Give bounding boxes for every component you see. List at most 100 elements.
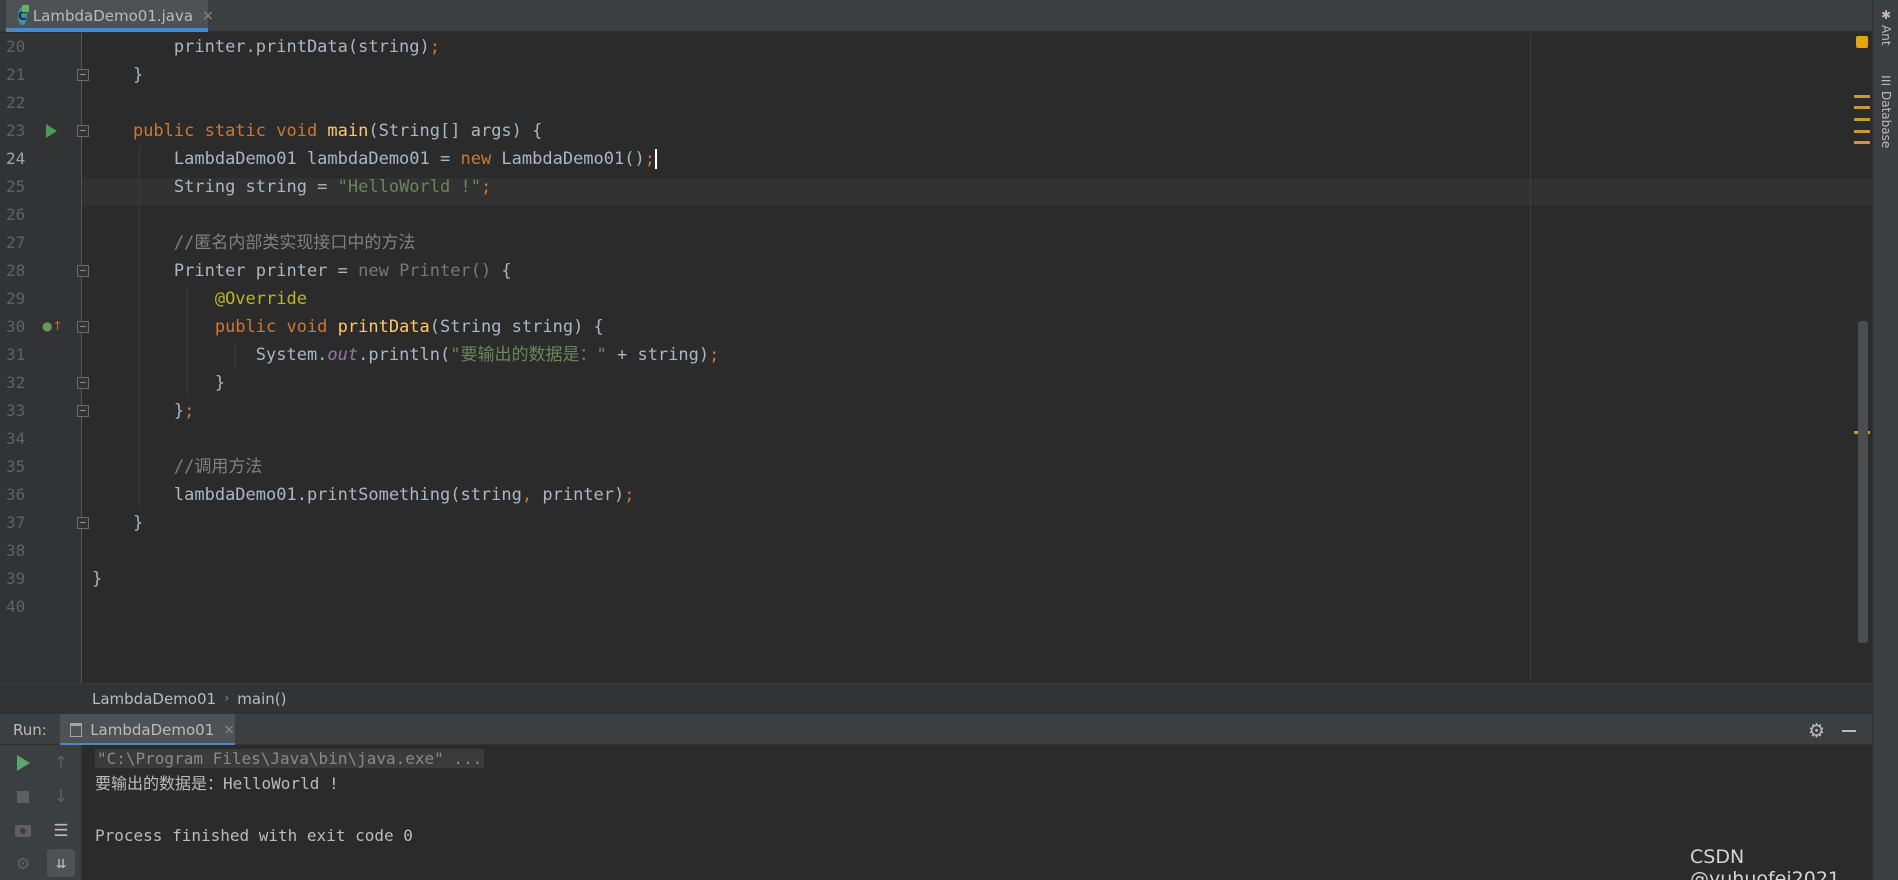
rerun-button[interactable] (9, 749, 37, 777)
code-token: ; (624, 485, 635, 505)
fold-marker-icon[interactable] (77, 517, 89, 529)
code-line[interactable]: }; (92, 397, 195, 425)
warning-marker[interactable] (1854, 106, 1870, 109)
implements-method-icon[interactable]: ●↑ (42, 319, 63, 333)
code-line[interactable]: printer.printData(string); (92, 33, 440, 61)
code-token: lambdaDemo01.printSomething(string (173, 485, 522, 505)
code-line[interactable]: //匿名内部类实现接口中的方法 (92, 229, 415, 257)
line-number: 20 (6, 37, 26, 56)
code-line[interactable]: } (92, 61, 143, 89)
code-line[interactable]: } (92, 369, 225, 397)
code-line[interactable]: } (92, 509, 143, 537)
scroll-to-end-button[interactable]: ⇊ (47, 849, 75, 877)
scroll-to-end-icon: ⇊ (55, 853, 67, 873)
next-occurrence-button[interactable]: ↓ (47, 783, 75, 811)
arrow-up-icon: ↑ (53, 753, 69, 773)
fold-marker-icon[interactable] (77, 405, 89, 417)
code-line[interactable]: String string = "HelloWorld !"; (92, 173, 491, 201)
code-line[interactable]: @Override (92, 285, 307, 313)
right-tool-strip: ✱ Ant ☰ Database (1872, 0, 1898, 880)
fold-marker-icon[interactable] (77, 265, 89, 277)
code-line[interactable]: LambdaDemo01 lambdaDemo01 = new LambdaDe… (92, 145, 657, 173)
code-token: //调用方法 (173, 457, 263, 477)
line-number: 24 (6, 149, 26, 168)
console-line: Process finished with exit code 0 (95, 826, 413, 845)
console-command[interactable]: "C:\Program Files\Java\bin\java.exe" ... (95, 749, 485, 768)
previous-occurrence-button[interactable]: ↑ (47, 749, 75, 777)
code-line[interactable]: Printer printer = new Printer() { (92, 257, 512, 285)
code-token: System. (255, 345, 328, 365)
fold-marker-icon[interactable] (77, 321, 89, 333)
code-token: .println( (358, 345, 451, 365)
settings-icon: ⚙ (15, 853, 31, 873)
breadcrumb: LambdaDemo01 › main() (0, 683, 1872, 713)
stop-button[interactable] (9, 783, 37, 811)
run-gutter-icon[interactable] (46, 124, 57, 138)
run-panel-title: Run: (13, 721, 47, 739)
breadcrumb-class[interactable]: LambdaDemo01 (92, 690, 216, 708)
code-token: printer.printData(string) (173, 37, 430, 57)
soft-wrap-button[interactable]: ☰ (47, 817, 75, 845)
code-token: printer) (532, 485, 625, 505)
camera-icon (15, 825, 31, 837)
code-line[interactable]: public void printData(String string) { (92, 313, 604, 341)
line-number: 32 (6, 373, 26, 392)
editor-tab-lambdademo01[interactable]: C LambdaDemo01.java × (6, 0, 214, 32)
settings-button[interactable]: ⚙ (9, 849, 37, 877)
code-token: String string = (173, 177, 338, 197)
line-number: 25 (6, 177, 26, 196)
code-token: ; (429, 37, 441, 57)
indent-guide (235, 341, 236, 369)
code-line[interactable]: public static void main(String[] args) { (92, 117, 542, 145)
fold-marker-icon[interactable] (77, 377, 89, 389)
fold-marker-icon[interactable] (77, 125, 89, 137)
editor-scrollbar[interactable] (1858, 321, 1868, 643)
code-line[interactable]: } (92, 565, 102, 593)
code-token: "要输出的数据是：" (450, 345, 607, 365)
warning-marker[interactable] (1854, 95, 1870, 98)
breadcrumb-separator: › (224, 691, 230, 706)
close-icon[interactable]: × (223, 722, 235, 738)
code-token: LambdaDemo01() (501, 149, 645, 169)
line-number: 28 (6, 261, 26, 280)
warning-marker[interactable] (1854, 130, 1870, 133)
code-token: @Override (214, 289, 307, 309)
code-line[interactable]: //调用方法 (92, 453, 262, 481)
code-line[interactable]: lambdaDemo01.printSomething(string, prin… (92, 481, 635, 509)
gear-icon[interactable]: ⚙ (1808, 720, 1825, 742)
line-number: 21 (6, 65, 26, 84)
tool-window-ant[interactable]: ✱ Ant (1875, 8, 1897, 46)
run-panel-header: Run: LambdaDemo01 × ⚙ (0, 713, 1872, 746)
code-token: ; (644, 149, 655, 169)
code-token: Printer printer = (173, 261, 359, 281)
close-icon[interactable]: × (202, 8, 214, 24)
code-editor[interactable]: 20 21 22 23 24 25 26 27 28 29 30 31 32 33 34 35 36 37 38 39… (0, 33, 1872, 683)
breadcrumb-method[interactable]: main() (237, 690, 286, 708)
line-number: 27 (6, 233, 26, 252)
line-number: 37 (6, 513, 26, 532)
minimize-icon[interactable] (1842, 730, 1856, 732)
line-number: 34 (6, 429, 26, 448)
active-tab-indicator (6, 28, 208, 32)
tool-window-database[interactable]: ☰ Database (1875, 74, 1897, 148)
fold-marker-icon[interactable] (77, 69, 89, 81)
run-tab-lambdademo01[interactable]: LambdaDemo01 × (60, 714, 235, 746)
warning-marker[interactable] (1854, 141, 1870, 144)
dump-threads-button[interactable] (9, 817, 37, 845)
code-token: LambdaDemo01 lambdaDemo01 = (173, 149, 461, 169)
java-class-icon: C (18, 5, 29, 25)
run-tab-label: LambdaDemo01 (90, 721, 215, 739)
warning-marker[interactable] (1854, 118, 1870, 121)
warning-indicator-icon[interactable] (1856, 36, 1868, 48)
stop-icon (17, 791, 29, 803)
tool-window-database-label: Database (1879, 91, 1893, 149)
code-token: } (92, 569, 103, 589)
